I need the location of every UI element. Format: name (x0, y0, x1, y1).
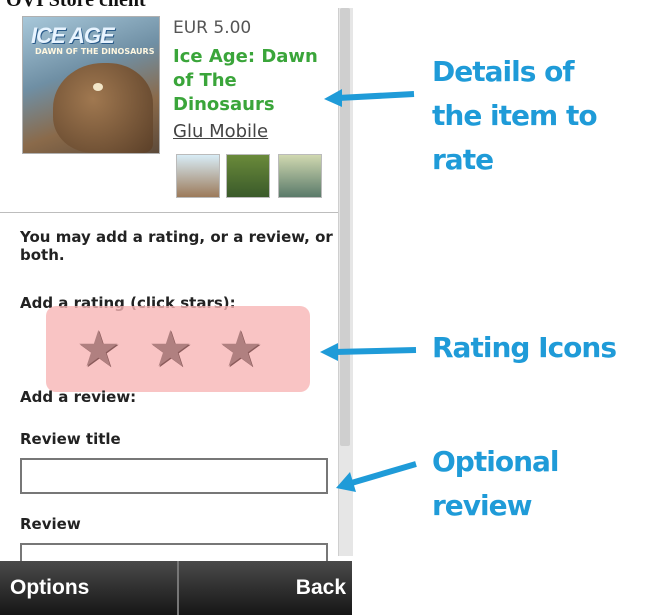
rating-star-2-icon[interactable]: ★ (148, 324, 198, 374)
annotation-rating-icons: Rating Icons (432, 331, 617, 364)
options-softkey[interactable]: Options (10, 576, 89, 600)
rating-intro-text: You may add a rating, or a review, or bo… (20, 228, 333, 264)
softkey-separator (177, 561, 179, 615)
screenshot-thumbnail-3[interactable] (278, 154, 322, 198)
back-softkey[interactable]: Back (296, 576, 346, 600)
annotation-details-line2: the item to rate (432, 99, 598, 176)
review-title-label: Review title (20, 430, 121, 448)
screenshot-thumbnail-1[interactable] (176, 154, 220, 198)
screenshot-thumbnail-2[interactable] (226, 154, 270, 198)
review-heading: Add a review: (20, 388, 137, 406)
annotation-optional-review: Optional review (432, 445, 560, 522)
review-label: Review (20, 515, 81, 533)
arrow-to-details-icon (324, 89, 415, 107)
rating-star-3-icon[interactable]: ★ (218, 324, 268, 374)
cover-subtitle-text: DAWN OF THE DINOSAURS (35, 47, 155, 56)
scrollbar-thumb[interactable] (340, 8, 350, 446)
cover-logo-text: ICE AGE (31, 23, 115, 48)
annotation-details-line1: Details of (432, 55, 575, 88)
arrow-to-rating-icons-icon (320, 343, 417, 361)
item-price: EUR 5.00 (173, 18, 252, 38)
review-title-input[interactable] (20, 458, 328, 494)
rating-star-1-icon[interactable]: ★ (76, 324, 126, 374)
cover-creature-art (53, 63, 153, 153)
item-vendor-link[interactable]: Glu Mobile (173, 121, 268, 142)
annotation-details: Details of the item to rate (432, 50, 664, 182)
item-title: Ice Age: Dawn of The Dinosaurs (173, 46, 318, 115)
section-divider (0, 212, 338, 213)
cover-creature-eye (93, 83, 103, 91)
arrow-to-optional-review-icon (336, 461, 417, 492)
item-cover-image: ICE AGE DAWN OF THE DINOSAURS (22, 16, 160, 154)
